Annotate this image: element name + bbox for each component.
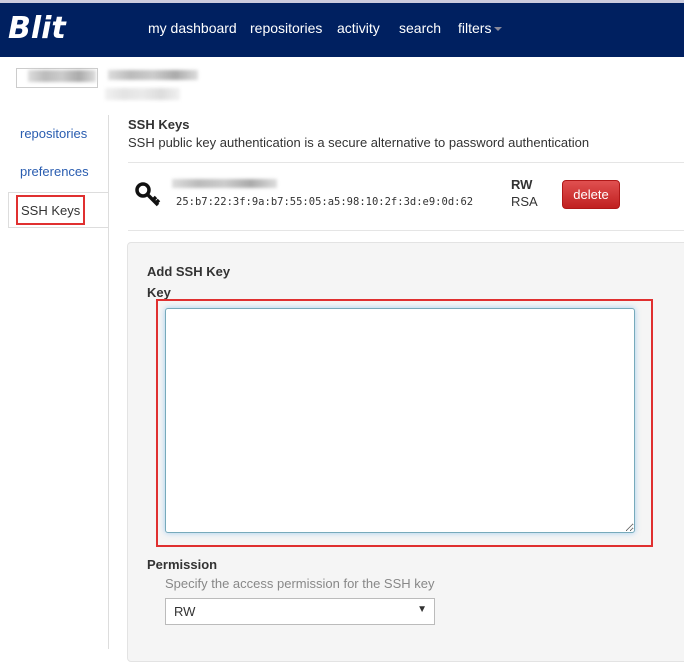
- user-subtitle-redacted: [105, 88, 180, 100]
- user-name-redacted: [28, 70, 96, 82]
- permission-select[interactable]: RW ▼: [165, 598, 435, 625]
- nav-filters-label: filters: [458, 20, 492, 36]
- divider: [128, 230, 684, 231]
- highlight-box: [16, 195, 85, 225]
- nav-repositories[interactable]: repositories: [250, 20, 322, 36]
- permission-value: RW: [174, 604, 196, 619]
- key-name-redacted: [172, 179, 277, 188]
- key-icon: [134, 180, 162, 208]
- divider: [128, 162, 684, 163]
- add-key-title: Add SSH Key: [147, 264, 231, 279]
- nav-search[interactable]: search: [399, 20, 441, 36]
- key-type: RSA: [511, 194, 538, 209]
- highlight-box: [156, 299, 653, 547]
- key-permission: RW: [511, 177, 533, 192]
- navbar: Blit my dashboard repositories activity …: [0, 0, 684, 57]
- nav-filters[interactable]: filters: [458, 20, 503, 36]
- key-label: Key: [147, 285, 171, 300]
- dropdown-arrow-icon: ▼: [417, 604, 427, 615]
- nav-my-dashboard[interactable]: my dashboard: [148, 20, 237, 36]
- page-title: SSH Keys: [128, 117, 190, 132]
- delete-button[interactable]: delete: [562, 180, 620, 209]
- sidebar-divider: [108, 115, 109, 649]
- permission-help: Specify the access permission for the SS…: [165, 576, 435, 591]
- user-name-redacted: [108, 70, 198, 80]
- key-fingerprint: 25:b7:22:3f:9a:b7:55:05:a5:98:10:2f:3d:e…: [176, 196, 474, 208]
- nav-activity[interactable]: activity: [337, 20, 380, 36]
- caret-down-icon: [494, 27, 503, 32]
- sidebar-item-preferences[interactable]: preferences: [8, 154, 108, 190]
- page-subtitle: SSH public key authentication is a secur…: [128, 135, 590, 150]
- logo[interactable]: Blit: [8, 11, 66, 46]
- sidebar-item-repositories[interactable]: repositories: [8, 116, 108, 152]
- permission-label: Permission: [147, 557, 218, 572]
